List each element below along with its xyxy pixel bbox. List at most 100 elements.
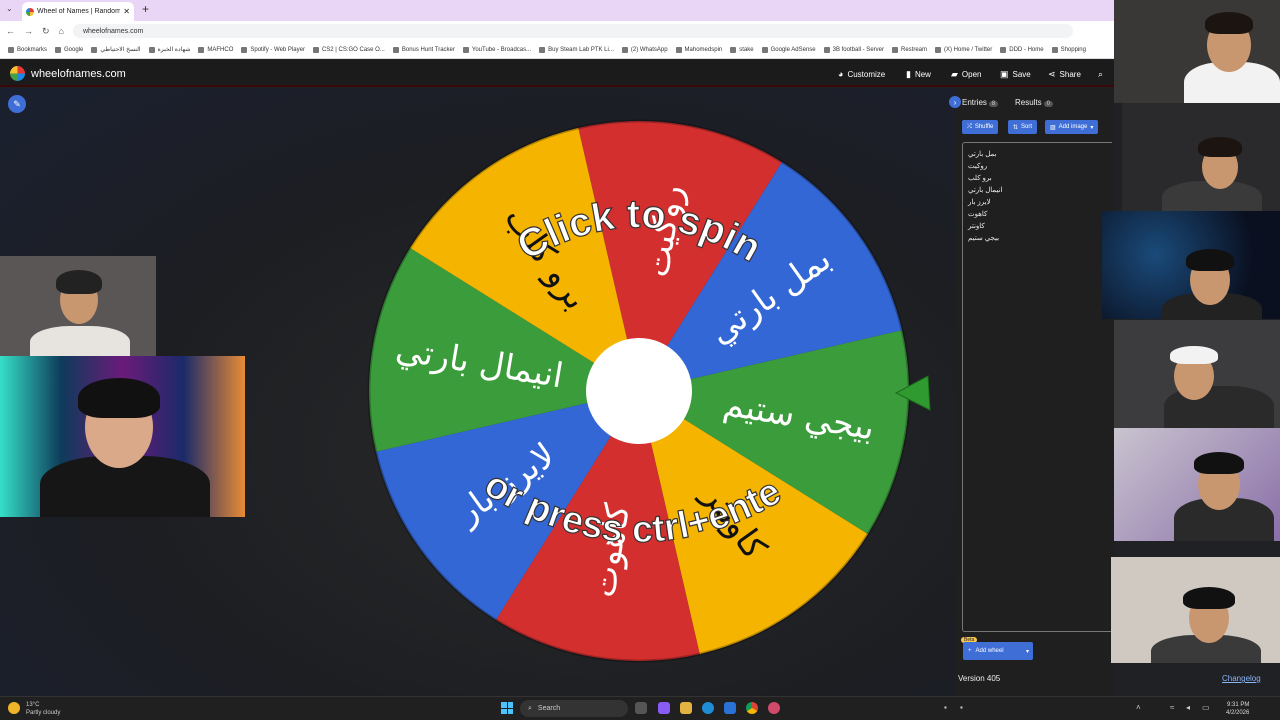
entries-textarea[interactable]: بمل بارتي روكيت برو كلب انيمال بارتي لايرز ب… (962, 142, 1112, 632)
bookmark-item[interactable]: CS2 | CS:GO Case O... (312, 46, 385, 53)
entry-line[interactable]: كاونتر (968, 221, 1107, 233)
clock-time: 9:31 PM (1227, 702, 1250, 708)
taskbar-search-label: Search (537, 705, 561, 712)
browser-tab-active[interactable]: Wheel of Names | Random nam ✕ (22, 2, 134, 21)
open-button[interactable]: ▰ Open (951, 69, 982, 80)
tab-close-icon[interactable]: ✕ (123, 7, 130, 16)
webcam-streamer-5 (1102, 211, 1280, 319)
volume-icon[interactable]: ◂ (1186, 703, 1190, 712)
battery-icon[interactable]: ▭ (1202, 703, 1210, 712)
wifi-icon[interactable]: ≈ (1170, 703, 1174, 712)
bookmark-item[interactable]: MAFHCO (198, 46, 234, 53)
weather-widget[interactable]: 13°C Partly cloudy (26, 701, 60, 717)
add-wheel-button[interactable]: + Add wheel ▾ (963, 642, 1033, 660)
tray-icon[interactable]: ▪ (944, 703, 947, 712)
store-icon[interactable] (724, 702, 736, 714)
bookmark-item[interactable]: Buy Steam Lab PTK Li... (539, 46, 614, 53)
bookmark-item[interactable]: Bonus Hunt Tracker (392, 46, 455, 53)
bookmark-item[interactable]: Mahomedspin (675, 46, 722, 53)
customize-button[interactable]: ◕ Customize (838, 69, 885, 79)
bookmark-item[interactable]: Google (55, 46, 83, 53)
bookmark-item[interactable]: DDD - Home (1000, 46, 1044, 53)
weather-temp: 13°C (26, 702, 40, 708)
add-image-button[interactable]: ▨ Add image ▾ (1045, 120, 1099, 134)
address-bar[interactable]: wheelofnames.com (72, 24, 1073, 38)
start-windows-icon[interactable] (501, 702, 513, 714)
bookmark-item[interactable]: النسخ الاحتياطي (91, 46, 141, 53)
image-icon: ▨ (1050, 124, 1056, 131)
webcam-headset-icon (1183, 587, 1235, 609)
bookmark-item[interactable]: شهادة الخبرة (148, 46, 191, 53)
search-button[interactable]: ⌕ (1098, 69, 1103, 80)
new-button[interactable]: ▮ New (906, 69, 931, 80)
bookmark-label: شهادة الخبرة (157, 47, 191, 53)
share-label: Share (1059, 70, 1081, 79)
reload-icon[interactable]: ↻ (42, 26, 50, 37)
screen: ⌄ Wheel of Names | Random nam ✕ + ← → ↻ … (0, 0, 1280, 720)
taskbar-clock[interactable]: 9:31 PM 4/2/2026 (1226, 701, 1249, 717)
bookmark-item[interactable]: Google AdSense (761, 46, 816, 53)
taskbar-search[interactable]: ⌕ Search (520, 700, 628, 717)
save-button[interactable]: ▣ Save (1000, 69, 1031, 80)
bookmark-favicon-icon (462, 46, 469, 53)
entry-line[interactable]: روكيت (968, 161, 1107, 173)
tab-search-icon[interactable]: ⌄ (6, 4, 13, 13)
task-view-icon[interactable] (635, 702, 647, 714)
bookmark-item[interactable]: YouTube - Broadcas... (462, 46, 531, 53)
copilot-icon[interactable] (658, 702, 670, 714)
tab-title: Wheel of Names | Random nam (37, 8, 121, 15)
entry-line[interactable]: بيجي ستيم (968, 233, 1107, 245)
entry-line[interactable]: لايرز بار (968, 197, 1107, 209)
add-wheel-label: Add wheel (975, 648, 1004, 654)
changelog-link[interactable]: Changelog (1222, 674, 1261, 683)
bookmark-label: MAFHCO (207, 46, 234, 53)
webcam-streamer-3 (1114, 0, 1280, 103)
bookmark-item[interactable]: Shopping (1051, 46, 1086, 53)
bookmark-label: Spotify - Web Player (250, 46, 305, 53)
share-button[interactable]: ⋖ Share (1048, 69, 1081, 80)
tab-entries[interactable]: Entries 8 (962, 98, 999, 107)
file-explorer-icon[interactable] (680, 702, 692, 714)
entry-line[interactable]: انيمال بارتي (968, 185, 1107, 197)
bookmark-item[interactable]: Bookmarks (8, 46, 47, 53)
chrome-icon[interactable] (746, 702, 758, 714)
back-icon[interactable]: ← (6, 26, 15, 36)
weather-sun-icon (8, 702, 20, 714)
forward-icon[interactable]: → (24, 26, 33, 36)
webcam-streamer-6 (1114, 320, 1280, 428)
entry-line[interactable]: بمل بارتي (968, 149, 1107, 161)
bookmark-item[interactable]: (X) Home / Twitter (935, 46, 992, 53)
chevron-down-icon[interactable]: ▾ (1026, 648, 1029, 655)
bookmark-label: CS2 | CS:GO Case O... (321, 46, 385, 53)
webcam-headset-icon (56, 270, 102, 294)
webcam-streamer-8 (1111, 557, 1280, 663)
shuffle-label: Shuffle (974, 124, 994, 130)
add-image-label: Add image (1058, 124, 1088, 130)
wheel-logo-icon (10, 66, 25, 81)
bookmark-label: Buy Steam Lab PTK Li... (548, 46, 614, 53)
bookmark-item[interactable]: (2) WhatsApp (621, 46, 668, 53)
tray-icon[interactable]: ▪ (960, 703, 963, 712)
entry-line[interactable]: برو كلب (968, 173, 1107, 185)
shuffle-button[interactable]: ⤮ Shuffle (962, 120, 999, 134)
brand-name[interactable]: wheelofnames.com (31, 68, 126, 80)
bookmark-item[interactable]: stake (730, 46, 754, 53)
sort-button[interactable]: ⇅ Sort (1008, 120, 1038, 134)
tab-results[interactable]: Results 0 (1015, 98, 1054, 107)
bookmark-label: النسخ الاحتياطي (100, 47, 141, 53)
chevron-up-icon[interactable]: ˄ (1136, 703, 1141, 712)
bookmark-item[interactable]: Spotify - Web Player (241, 46, 305, 53)
entry-line[interactable]: كاهوت (968, 209, 1107, 221)
new-tab-button[interactable]: + (142, 2, 149, 16)
bookmark-label: stake (739, 46, 754, 53)
app-icon[interactable] (768, 702, 780, 714)
bookmark-favicon-icon (198, 46, 205, 53)
address-url: wheelofnames.com (82, 27, 144, 35)
bookmark-item[interactable]: 3B football - Server (823, 46, 884, 53)
bookmark-item[interactable]: Restream (891, 46, 927, 53)
wheel-center-hub[interactable] (586, 338, 692, 444)
home-icon[interactable]: ⌂ (59, 26, 64, 36)
collapse-panel-icon[interactable]: › (949, 96, 961, 108)
edge-browser-icon[interactable] (702, 702, 714, 714)
wheel-favicon-icon (26, 7, 34, 16)
